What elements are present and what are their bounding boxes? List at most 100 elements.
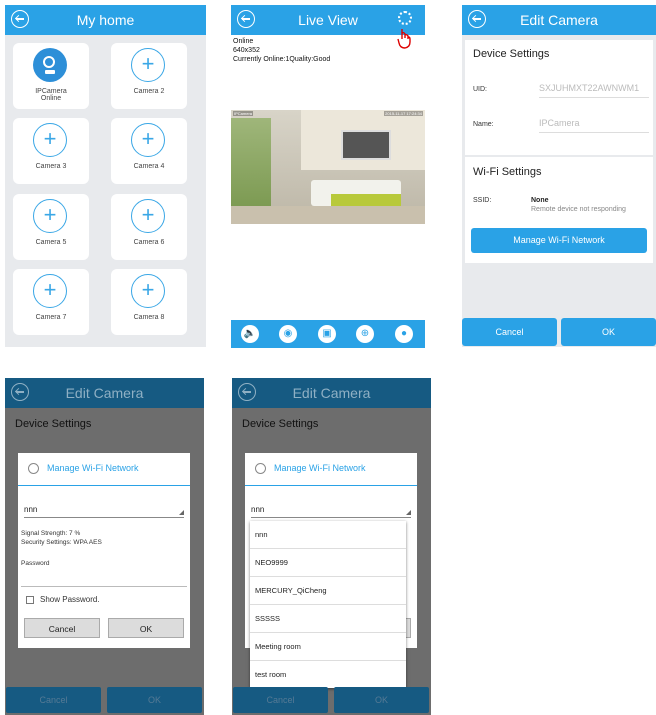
quality-status: Currently Online:1Quality:Good [233,56,331,63]
network-option[interactable]: test room [250,661,406,688]
camera-name: IPCamera [35,88,67,95]
online-status: Online [233,38,254,45]
video-timestamp: 2015-11-17 17:24:34 [384,111,423,116]
page-title: My home [76,12,135,28]
network-option[interactable]: MERCURY_QiCheng [250,577,406,605]
signal-strength: Signal Strength: 7 % [21,530,81,537]
camera-tile-2[interactable]: + Camera 2 [111,43,187,109]
camera-label: Camera 3 [35,163,67,170]
back-icon[interactable] [237,10,255,28]
uid-label: UID: [473,86,487,93]
camera-tile-6[interactable]: + Camera 6 [111,194,187,260]
camera-label: Camera 4 [133,163,165,170]
camera-tile-3[interactable]: + Camera 3 [13,118,89,184]
stream-info: Online 640x352 Currently Online:1Quality… [233,37,330,64]
network-option[interactable]: SSSSS [250,605,406,633]
back-icon[interactable] [468,10,486,28]
show-password-label: Show Password. [40,595,100,604]
selected-network: nnn [251,505,265,514]
name-label: Name: [473,121,494,128]
security-settings: Security Settings: WPA AES [21,539,102,546]
name-field[interactable]: IPCamera [539,118,649,133]
camera-label: Camera 8 [133,314,165,321]
bulb-icon[interactable]: ● [395,325,413,343]
network-option[interactable]: Meeting room [250,633,406,661]
camera-tile-5[interactable]: + Camera 5 [13,194,89,260]
camera-tile-7[interactable]: + Camera 7 [13,269,89,335]
network-select[interactable]: nnn [24,505,184,518]
title-bar: Live View [231,5,425,35]
dropdown-icon [179,510,184,515]
tap-hand-icon [397,29,411,49]
manage-wifi-button[interactable]: Manage Wi-Fi Network [471,228,647,253]
camera-tile-4[interactable]: + Camera 4 [111,118,187,184]
ssid-note: Remote device not responding [531,206,626,213]
edit-camera-screen: Edit Camera Device Settings UID: SXJUHMX… [462,5,656,347]
cancel-button[interactable]: Cancel [24,618,100,638]
wifi-icon [255,463,266,474]
network-dropdown-list: nnn NEO9999 MERCURY_QiCheng SSSSS Meetin… [250,521,406,688]
camera-icon[interactable]: ◉ [279,325,297,343]
gear-icon[interactable] [398,11,412,25]
network-option[interactable]: NEO9999 [250,549,406,577]
network-dropdown-screen: Edit Camera Device Settings Manage Wi-Fi… [232,378,431,715]
cancel-button[interactable]: Cancel [462,318,557,346]
dropdown-icon [406,510,411,515]
wall-art [341,130,391,160]
selected-network: nnn [24,505,38,514]
camera-tile-ipcamera[interactable]: IPCamera Online [13,43,89,109]
title-bar: Edit Camera [462,5,656,35]
back-icon[interactable] [11,10,29,28]
speaker-icon[interactable]: 🔈 [241,325,259,343]
dialog-title: Manage Wi-Fi Network [47,463,139,473]
add-icon: + [131,274,165,308]
wifi-settings-card: Wi-Fi Settings SSID: None Remote device … [465,157,653,263]
ok-button[interactable]: OK [561,318,656,346]
network-option[interactable]: nnn [250,521,406,549]
camera-label: Camera 7 [35,314,67,321]
add-icon: + [33,123,67,157]
resolution: 640x352 [233,47,260,54]
section-title: Wi-Fi Settings [473,166,542,178]
video-feed[interactable]: IPCamera 2015-11-17 17:24:34 [231,110,425,224]
manage-wifi-dialog-screen: Edit Camera Device Settings Manage Wi-Fi… [5,378,204,715]
ipcamera-icon [33,48,67,82]
device-settings-card: Device Settings UID: SXJUHMXT22AWNWM1 Na… [465,40,653,155]
title-bar: Edit Camera [5,378,204,408]
password-input[interactable] [21,586,187,587]
camera-label: Camera 2 [133,88,165,95]
section-title: Device Settings [242,418,319,430]
my-home-screen: My home IPCamera Online + Camera 2 + Came… [5,5,206,347]
bottom-ok-button[interactable]: OK [334,687,429,713]
section-title: Device Settings [473,48,550,60]
show-password-checkbox[interactable] [26,596,34,604]
manage-wifi-dialog: Manage Wi-Fi Network nnn Signal Strength… [18,453,190,648]
dialog-title: Manage Wi-Fi Network [274,463,366,473]
uid-field[interactable]: SXJUHMXT22AWNWM1 [539,83,649,98]
back-icon[interactable] [238,383,256,401]
add-icon: + [33,199,67,233]
bottom-ok-button[interactable]: OK [107,687,202,713]
ok-button[interactable]: OK [108,618,184,638]
add-icon: + [131,199,165,233]
bottom-cancel-button[interactable]: Cancel [233,687,328,713]
camera-tile-8[interactable]: + Camera 8 [111,269,187,335]
target-icon[interactable]: ⊕ [356,325,374,343]
page-title: Edit Camera [292,385,371,401]
ssid-value: None [531,197,549,204]
live-view-screen: Live View Online 640x352 Currently Onlin… [231,5,425,348]
ssid-label: SSID: [473,197,492,204]
bottom-cancel-button[interactable]: Cancel [6,687,101,713]
section-title: Device Settings [15,418,92,430]
image-icon[interactable]: ▣ [318,325,336,343]
wifi-icon [28,463,39,474]
page-title: Live View [298,12,358,28]
add-icon: + [131,123,165,157]
page-title: Edit Camera [520,12,598,28]
password-label: Password [21,560,50,567]
title-bar: My home [5,5,206,35]
back-icon[interactable] [11,383,29,401]
live-toolbar: 🔈 ◉ ▣ ⊕ ● [231,320,425,348]
network-select[interactable]: nnn [251,505,411,518]
title-bar: Edit Camera [232,378,431,408]
